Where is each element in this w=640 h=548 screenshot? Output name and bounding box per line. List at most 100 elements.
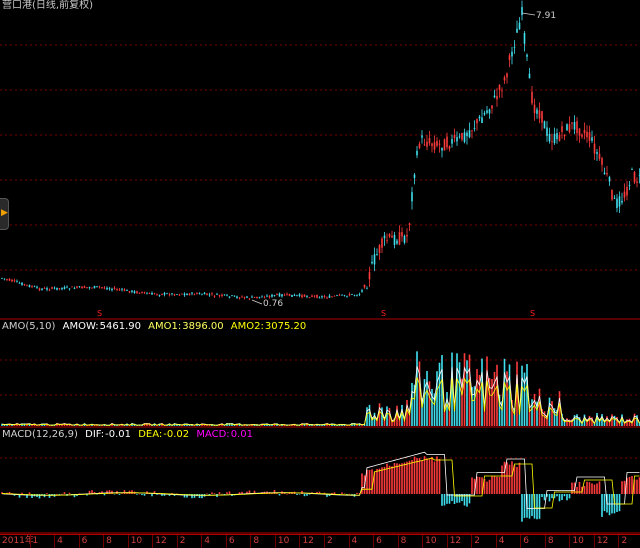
macd-histogram-bar [58, 494, 61, 495]
macd-histogram-bar [486, 481, 488, 494]
time-axis-label: 6 [81, 536, 88, 546]
candle-body [461, 132, 463, 140]
macd-histogram-bar [68, 492, 71, 494]
candle-body [316, 294, 318, 298]
macd-histogram-bar [386, 463, 388, 494]
time-axis-label: 10 [572, 536, 584, 546]
macd-histogram-bar [598, 481, 601, 494]
macd-histogram-bar [391, 466, 393, 494]
candle-body [586, 131, 588, 138]
candle-body [416, 150, 418, 156]
candle-body [173, 294, 176, 296]
time-axis[interactable]: 2011年 1 4 6 8 10 12 2 4 6 8 10 12 2 4 6 8 10 12 2 4 6 8 10 12 2 [0, 534, 640, 548]
candle-body [21, 282, 23, 286]
macd-histogram-bar [523, 494, 526, 518]
candle-body [66, 286, 68, 288]
price-chart[interactable] [0, 0, 640, 320]
macd-histogram-bar [621, 481, 623, 494]
macd-name: MACD(12,26,9) [2, 429, 78, 440]
candle-body [423, 144, 426, 146]
volume-bar [538, 388, 541, 426]
candle-body [201, 294, 203, 296]
candle-body [583, 129, 586, 134]
candle-body [486, 110, 488, 113]
macd-histogram-bar [156, 494, 158, 495]
candle-body [491, 105, 493, 109]
amo-chart[interactable] [0, 320, 640, 428]
price-pane[interactable]: 营口港(日线,前复权) 7.91 0.76 S S S [0, 0, 640, 320]
macd-pane[interactable]: MACD(12,26,9) DIF:-0.01 DEA:-0.02 MACD:0… [0, 428, 640, 534]
macd-histogram-bar [151, 494, 153, 497]
macd-histogram-bar [446, 494, 448, 504]
candle-body [633, 171, 636, 183]
macd-histogram-bar [616, 494, 618, 513]
macd-histogram-bar [131, 490, 133, 494]
candle-body [528, 73, 531, 79]
candle-body [191, 292, 193, 294]
macd-histogram-bar [406, 461, 408, 494]
time-axis-label: 6 [376, 536, 382, 546]
candle-body [228, 296, 231, 298]
macd-histogram-bar [381, 467, 383, 494]
amo-pane[interactable]: AMO(5,10) AMOW:5461.90 AMO1:3896.00 AMO2… [0, 320, 640, 428]
time-axis-tick [324, 535, 325, 548]
time-axis-tick [348, 535, 350, 548]
volume-bar [611, 414, 613, 426]
candle-body [381, 238, 383, 248]
macd-histogram-bar [513, 465, 516, 494]
candle-body [31, 286, 33, 288]
candle-body [226, 294, 228, 296]
macd-histogram-bar [301, 490, 303, 494]
candle-body [481, 117, 483, 124]
candle-body [208, 294, 211, 296]
candle-body [36, 286, 38, 288]
candle-body [276, 294, 278, 295]
macd-histogram-bar [343, 493, 346, 495]
candle-body [581, 134, 583, 137]
candle-body [356, 294, 358, 296]
macd-histogram-bar [48, 494, 51, 498]
macd-histogram-bar [388, 465, 391, 494]
candle-body [38, 288, 41, 291]
macd-histogram-bar [538, 494, 541, 519]
macd-histogram-bar [563, 494, 566, 497]
candle-body [81, 286, 83, 289]
macd-histogram-bar [541, 494, 543, 498]
time-axis-label: 6 [228, 536, 235, 546]
candle-body [453, 135, 456, 139]
candle-body [233, 295, 236, 297]
s-marker: S [381, 309, 387, 318]
side-panel-toggle[interactable]: ▶ [0, 198, 9, 230]
macd-histogram-bar [286, 493, 288, 495]
candle-body [78, 286, 81, 288]
candle-body [546, 127, 548, 136]
amo2-label: AMO2: [230, 321, 264, 332]
candle-body [501, 90, 503, 92]
candle-body [636, 181, 638, 183]
macd-histogram-bar [516, 466, 518, 494]
candle-body [458, 136, 461, 138]
candle-body [51, 287, 53, 289]
candle-body [18, 282, 21, 284]
candle-body [411, 192, 413, 202]
macd-histogram-bar [141, 494, 143, 496]
macd-chart[interactable] [0, 428, 640, 534]
candle-body [496, 95, 498, 100]
volume-bar [476, 369, 478, 426]
chart-title: 营口港(日线,前复权) [2, 0, 93, 11]
candle-body [268, 295, 271, 298]
candle-body [61, 288, 63, 290]
time-axis-label: 12 [449, 536, 462, 546]
macd-histogram-bar [121, 493, 123, 494]
candle-body [468, 130, 471, 138]
candle-body [243, 297, 246, 299]
time-axis-label: 4 [204, 536, 211, 546]
macd-histogram-bar [271, 493, 273, 495]
time-axis-tick [495, 535, 497, 548]
candle-body [216, 293, 218, 295]
macd-histogram-bar [511, 461, 513, 494]
macd-histogram-bar [138, 493, 141, 495]
candle-body [306, 296, 308, 297]
candle-body [406, 235, 408, 237]
candle-body [153, 293, 156, 295]
